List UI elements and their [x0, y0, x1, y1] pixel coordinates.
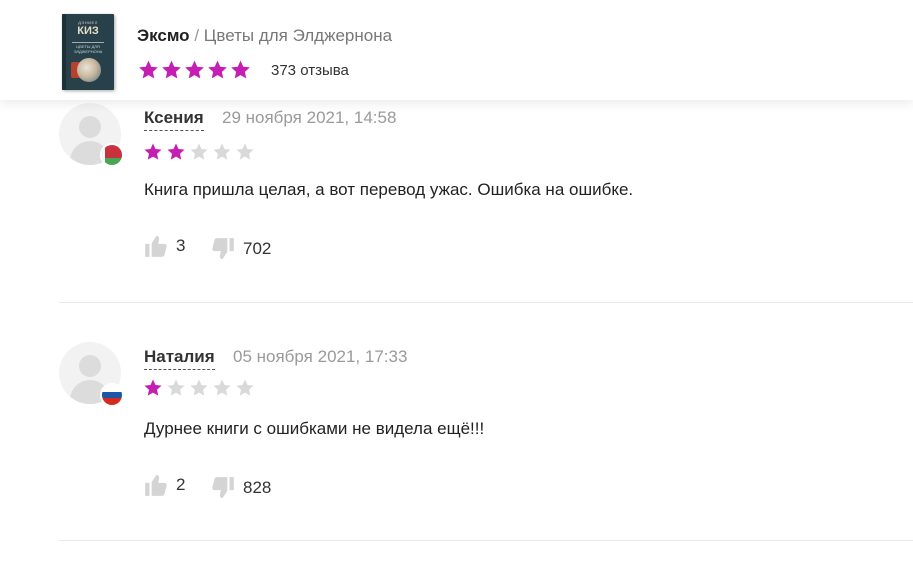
publisher-link[interactable]: Эксмо — [137, 26, 190, 45]
dislike-button[interactable]: 702 — [210, 236, 271, 262]
review-text: Дурнее книги с ошибками не видела ещё!!! — [144, 419, 485, 438]
star-filled-icon — [160, 59, 183, 81]
star-empty-icon — [189, 378, 212, 398]
star-empty-icon — [212, 142, 235, 162]
avatar-head-shape — [79, 355, 101, 377]
star-filled-icon — [143, 142, 166, 162]
likes-count: 3 — [176, 236, 186, 255]
dislike-button[interactable]: 828 — [210, 475, 271, 501]
review-date: 05 ноября 2021, 17:33 — [233, 347, 408, 366]
star-filled-icon — [206, 59, 229, 81]
dislikes-count: 828 — [243, 478, 272, 497]
star-filled-icon — [143, 378, 166, 398]
star-empty-icon — [235, 378, 258, 398]
star-filled-icon — [229, 59, 252, 81]
review-text: Книга пришла целая, а вот перевод ужас. … — [144, 180, 634, 199]
review-rating-stars — [143, 378, 258, 398]
book-cover-art-circle — [77, 58, 101, 82]
star-empty-icon — [166, 378, 189, 398]
thumbs-up-icon — [143, 472, 169, 498]
book-cover-divider — [72, 42, 104, 43]
star-filled-icon — [137, 59, 160, 81]
thumbs-down-icon — [210, 236, 236, 262]
russia-flag-icon — [100, 383, 124, 407]
product-rating-stars — [137, 59, 252, 81]
star-empty-icon — [235, 142, 258, 162]
book-cover-title: ЦВЕТЫ ДЛЯ ЭЛДЖЕРНОНА — [73, 44, 103, 54]
review-divider — [59, 302, 913, 303]
dislikes-count: 702 — [243, 239, 272, 258]
like-button[interactable]: 3 — [143, 233, 185, 259]
breadcrumb: Эксмо / Цветы для Элджернона — [137, 26, 392, 46]
star-filled-icon — [183, 59, 206, 81]
book-cover-image[interactable]: ДЭНИЕЛ КИЗ ЦВЕТЫ ДЛЯ ЭЛДЖЕРНОНА — [62, 14, 114, 90]
product-header: ДЭНИЕЛ КИЗ ЦВЕТЫ ДЛЯ ЭЛДЖЕРНОНА Эксмо / … — [0, 0, 913, 100]
thumbs-up-icon — [143, 233, 169, 259]
star-empty-icon — [212, 378, 235, 398]
avatar-head-shape — [79, 116, 101, 138]
review-author[interactable]: Наталия — [144, 347, 215, 370]
belarus-flag-icon — [100, 143, 124, 167]
thumbs-down-icon — [210, 475, 236, 501]
review-date: 29 ноября 2021, 14:58 — [222, 108, 397, 127]
russia-flag-svg — [102, 385, 122, 405]
likes-count: 2 — [176, 475, 186, 494]
review-author[interactable]: Ксения — [144, 108, 204, 131]
like-button[interactable]: 2 — [143, 472, 185, 498]
book-cover-author-name: КИЗ — [77, 25, 99, 37]
belarus-flag-svg — [102, 145, 122, 165]
review-divider — [59, 540, 913, 541]
breadcrumb-separator: / — [194, 26, 200, 45]
reviews-count[interactable]: 373 отзыва — [271, 62, 349, 79]
review-rating-stars — [143, 142, 258, 162]
book-title[interactable]: Цветы для Элджернона — [204, 26, 392, 45]
star-filled-icon — [166, 142, 189, 162]
star-empty-icon — [189, 142, 212, 162]
